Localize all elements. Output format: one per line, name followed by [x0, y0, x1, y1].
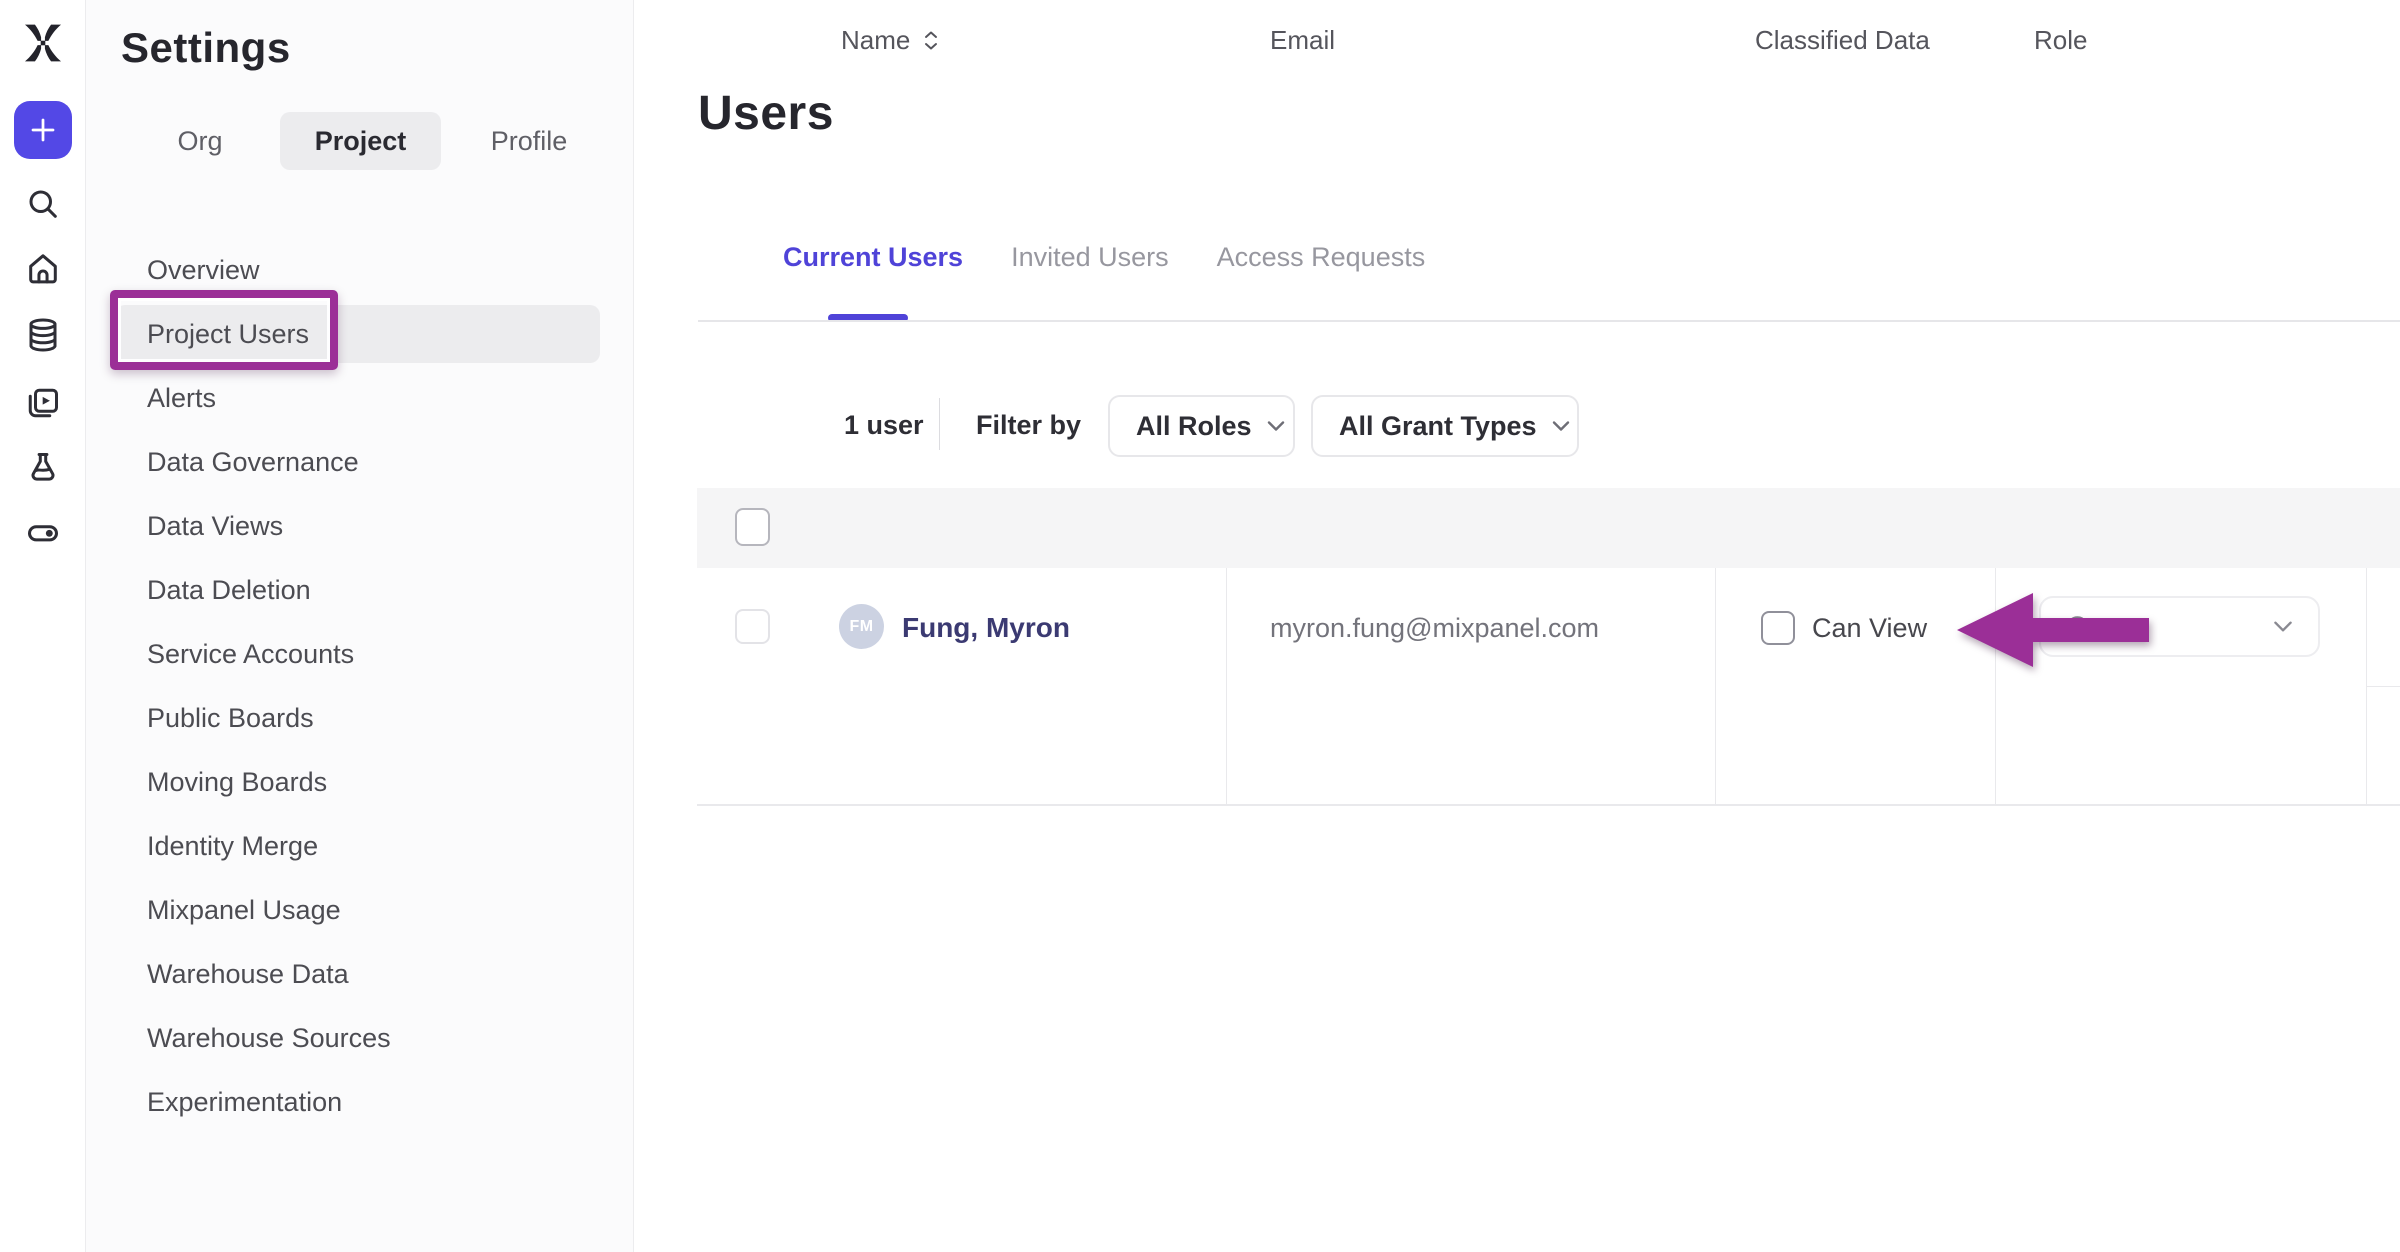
chevron-down-icon	[2272, 620, 2294, 633]
boards-icon[interactable]	[25, 385, 61, 421]
sidebar-item-warehouse-data[interactable]: Warehouse Data	[86, 942, 633, 1006]
data-management-icon[interactable]	[25, 317, 61, 353]
tab-current-users[interactable]: Current Users	[783, 242, 963, 273]
sidebar-item-moving-boards[interactable]: Moving Boards	[86, 750, 633, 814]
sidebar-item-public-boards[interactable]: Public Boards	[86, 686, 633, 750]
column-header-name[interactable]: Name	[841, 0, 938, 80]
plus-icon	[14, 101, 72, 159]
sidebar-item-project-users[interactable]: Project Users	[86, 302, 633, 366]
chevron-down-icon	[1551, 420, 1571, 432]
classified-data-label: Can View	[1812, 613, 1927, 644]
classified-data-checkbox[interactable]	[1761, 611, 1795, 645]
tab-access-requests[interactable]: Access Requests	[1217, 242, 1426, 273]
filter-by-label: Filter by	[976, 410, 1081, 441]
mixpanel-logo-icon[interactable]	[20, 20, 66, 66]
all-roles-dropdown[interactable]: All Roles	[1108, 395, 1295, 457]
tab-org[interactable]: Org	[150, 112, 250, 170]
sidebar-item-data-governance[interactable]: Data Governance	[86, 430, 633, 494]
app-icon-rail	[0, 0, 86, 1252]
page-title: Users	[698, 86, 834, 141]
sidebar-item-warehouse-sources[interactable]: Warehouse Sources	[86, 1006, 633, 1070]
column-divider	[1995, 568, 1996, 806]
tabs-divider-line	[698, 320, 2400, 322]
column-header-role: Role	[2034, 0, 2087, 80]
sidebar-item-service-accounts[interactable]: Service Accounts	[86, 622, 633, 686]
feature-flags-toggle-icon[interactable]	[25, 515, 61, 551]
main-content: Users Current Users Invited Users Access…	[635, 0, 2400, 1252]
create-plus-button[interactable]	[14, 101, 72, 159]
sort-icon[interactable]	[924, 31, 938, 50]
all-grant-types-dropdown[interactable]: All Grant Types	[1311, 395, 1579, 457]
table-header	[697, 488, 2400, 568]
column-header-classified-data: Classified Data	[1755, 0, 1930, 80]
role-value: Owner	[2067, 611, 2147, 642]
sidebar-item-experimentation[interactable]: Experimentation	[86, 1070, 633, 1134]
vertical-divider	[939, 398, 940, 450]
sidebar-item-identity-merge[interactable]: Identity Merge	[86, 814, 633, 878]
user-count: 1 user	[844, 410, 924, 441]
column-divider	[1715, 568, 1716, 806]
column-header-email: Email	[1270, 0, 1335, 80]
sidebar-item-data-views[interactable]: Data Views	[86, 494, 633, 558]
sidebar-item-overview[interactable]: Overview	[86, 238, 633, 302]
user-email: myron.fung@mixpanel.com	[1270, 613, 1599, 644]
column-divider	[1226, 568, 1227, 806]
home-icon[interactable]	[25, 251, 61, 287]
role-dropdown[interactable]: Owner	[2039, 596, 2320, 657]
settings-nav-list: Overview Project Users Alerts Data Gover…	[86, 238, 633, 1134]
settings-sidebar: Settings Org Project Profile Overview Pr…	[86, 0, 634, 1252]
sidebar-item-alerts[interactable]: Alerts	[86, 366, 633, 430]
settings-title: Settings	[121, 24, 291, 72]
mixpanel-settings-screen: Settings Org Project Profile Overview Pr…	[0, 0, 2400, 1252]
search-icon[interactable]	[25, 186, 61, 222]
partial-column-line	[2366, 686, 2400, 687]
settings-scope-tabs: Org Project Profile	[86, 112, 633, 170]
select-all-checkbox[interactable]	[735, 508, 770, 546]
tab-profile[interactable]: Profile	[469, 112, 589, 170]
tab-invited-users[interactable]: Invited Users	[1011, 242, 1169, 273]
column-divider	[2366, 568, 2367, 806]
row-select-checkbox[interactable]	[735, 609, 770, 644]
sidebar-item-data-deletion[interactable]: Data Deletion	[86, 558, 633, 622]
user-name-link[interactable]: Fung, Myron	[902, 612, 1070, 644]
tab-project[interactable]: Project	[280, 112, 441, 170]
user-avatar: FM	[839, 604, 884, 649]
chevron-down-icon	[1266, 420, 1286, 432]
experiments-flask-icon[interactable]	[25, 450, 61, 486]
users-tabs: Current Users Invited Users Access Reque…	[783, 242, 1425, 273]
sidebar-item-mixpanel-usage[interactable]: Mixpanel Usage	[86, 878, 633, 942]
